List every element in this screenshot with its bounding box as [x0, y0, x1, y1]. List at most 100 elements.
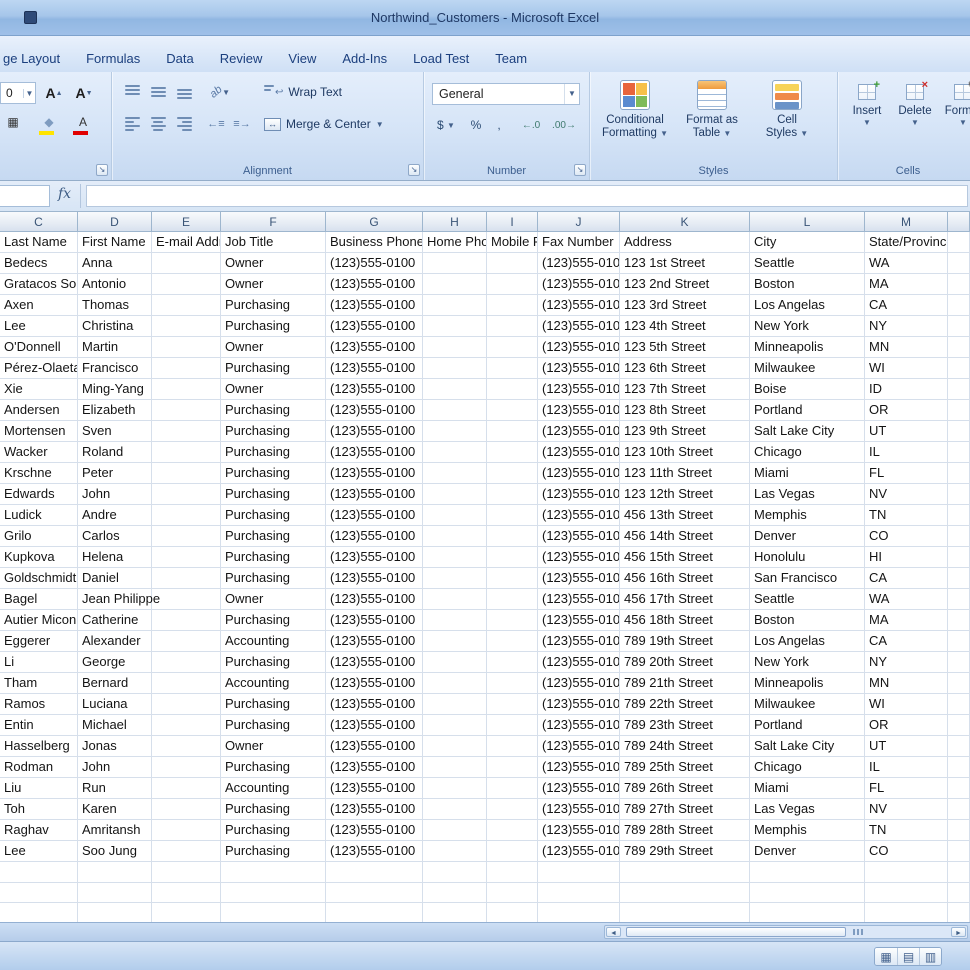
cell[interactable] [948, 484, 970, 505]
cell[interactable]: Owner [221, 274, 326, 295]
cell[interactable]: (123)555-0100 [538, 757, 620, 778]
cell[interactable] [948, 379, 970, 400]
cell[interactable] [487, 610, 538, 631]
cell[interactable] [948, 463, 970, 484]
font-color-button[interactable]: A [70, 114, 96, 138]
cell[interactable]: (123)555-0100 [326, 274, 423, 295]
cell[interactable]: Purchasing [221, 505, 326, 526]
column-header-I[interactable]: I [487, 212, 538, 232]
cell[interactable] [152, 484, 221, 505]
cell[interactable]: Milwaukee [750, 358, 865, 379]
cell[interactable] [423, 568, 487, 589]
cell[interactable] [487, 400, 538, 421]
cell[interactable] [423, 820, 487, 841]
cell[interactable] [948, 316, 970, 337]
cell[interactable] [152, 841, 221, 862]
cell[interactable]: IL [865, 442, 948, 463]
cell[interactable]: (123)555-0100 [538, 505, 620, 526]
cell[interactable]: San Francisco [750, 568, 865, 589]
cell[interactable] [948, 694, 970, 715]
cell[interactable] [487, 421, 538, 442]
cell[interactable]: (123)555-0100 [538, 400, 620, 421]
cell[interactable] [152, 505, 221, 526]
cell[interactable]: 789 27th Street [620, 799, 750, 820]
cell[interactable]: Run [78, 778, 152, 799]
cell[interactable]: John [78, 757, 152, 778]
cell[interactable] [487, 820, 538, 841]
number-dialog-launcher[interactable]: ↘ [574, 164, 586, 176]
cell[interactable]: 789 29th Street [620, 841, 750, 862]
cell[interactable]: FL [865, 463, 948, 484]
cell[interactable]: Alexander [78, 631, 152, 652]
cell[interactable] [423, 589, 487, 610]
alignment-dialog-launcher[interactable]: ↘ [408, 164, 420, 176]
cell[interactable]: Gratacos Solsona [0, 274, 78, 295]
cell[interactable]: Purchasing [221, 400, 326, 421]
font-size-select[interactable]: 0 ▼ [0, 82, 36, 104]
cell[interactable]: 123 4th Street [620, 316, 750, 337]
cell[interactable] [948, 442, 970, 463]
cell[interactable]: (123)555-0100 [326, 568, 423, 589]
cell[interactable] [487, 295, 538, 316]
cell[interactable]: 123 3rd Street [620, 295, 750, 316]
cell[interactable]: (123)555-0100 [538, 652, 620, 673]
cell[interactable]: (123)555-0100 [326, 589, 423, 610]
cell[interactable] [948, 673, 970, 694]
cell[interactable]: Purchasing [221, 715, 326, 736]
cell[interactable] [487, 903, 538, 922]
cell[interactable]: Jonas [78, 736, 152, 757]
cell[interactable]: TN [865, 505, 948, 526]
cell[interactable]: Karen [78, 799, 152, 820]
cell[interactable]: 789 25th Street [620, 757, 750, 778]
cell[interactable]: Xie [0, 379, 78, 400]
cell[interactable]: (123)555-0100 [326, 316, 423, 337]
cell[interactable] [423, 358, 487, 379]
cell[interactable]: (123)555-0100 [326, 421, 423, 442]
cell[interactable]: CA [865, 295, 948, 316]
cell[interactable]: Honolulu [750, 547, 865, 568]
cell[interactable] [750, 883, 865, 904]
cell[interactable] [423, 295, 487, 316]
cell[interactable]: (123)555-0100 [326, 484, 423, 505]
cell[interactable]: Goldschmidt [0, 568, 78, 589]
cell[interactable]: WA [865, 253, 948, 274]
cell[interactable] [948, 757, 970, 778]
format-as-table-button[interactable]: Format as Table ▼ [676, 78, 748, 172]
cell[interactable]: Accounting [221, 778, 326, 799]
cell[interactable] [152, 295, 221, 316]
cell[interactable]: (123)555-0100 [538, 316, 620, 337]
cell[interactable]: Job Title [221, 232, 326, 253]
cell[interactable]: MN [865, 673, 948, 694]
cell[interactable]: Thomas [78, 295, 152, 316]
cell[interactable]: (123)555-0100 [538, 442, 620, 463]
cell[interactable]: Accounting [221, 631, 326, 652]
cell[interactable] [221, 903, 326, 922]
cell[interactable]: Andre [78, 505, 152, 526]
cell[interactable]: Martin [78, 337, 152, 358]
cell[interactable] [152, 694, 221, 715]
cell[interactable]: Purchasing [221, 610, 326, 631]
cell[interactable]: Salt Lake City [750, 421, 865, 442]
number-format-select[interactable]: General ▼ [432, 83, 580, 105]
cell[interactable]: CA [865, 568, 948, 589]
cell[interactable] [152, 253, 221, 274]
column-header-E[interactable]: E [152, 212, 221, 232]
cell[interactable]: NV [865, 799, 948, 820]
cell[interactable] [487, 778, 538, 799]
cell[interactable] [487, 253, 538, 274]
cell[interactable]: Purchasing [221, 526, 326, 547]
cell[interactable] [487, 337, 538, 358]
cell[interactable]: Bedecs [0, 253, 78, 274]
cell[interactable]: Purchasing [221, 694, 326, 715]
scrollbar-splitter-grip[interactable] [853, 929, 863, 935]
cell[interactable]: Luciana [78, 694, 152, 715]
cell[interactable]: John [78, 484, 152, 505]
cell[interactable] [326, 903, 423, 922]
cell[interactable]: New York [750, 316, 865, 337]
cell[interactable] [152, 631, 221, 652]
cell[interactable] [487, 379, 538, 400]
cell[interactable]: Kupkova [0, 547, 78, 568]
shrink-font-button[interactable]: A▼ [72, 81, 96, 105]
cell[interactable] [487, 694, 538, 715]
cell[interactable]: Business Phone [326, 232, 423, 253]
